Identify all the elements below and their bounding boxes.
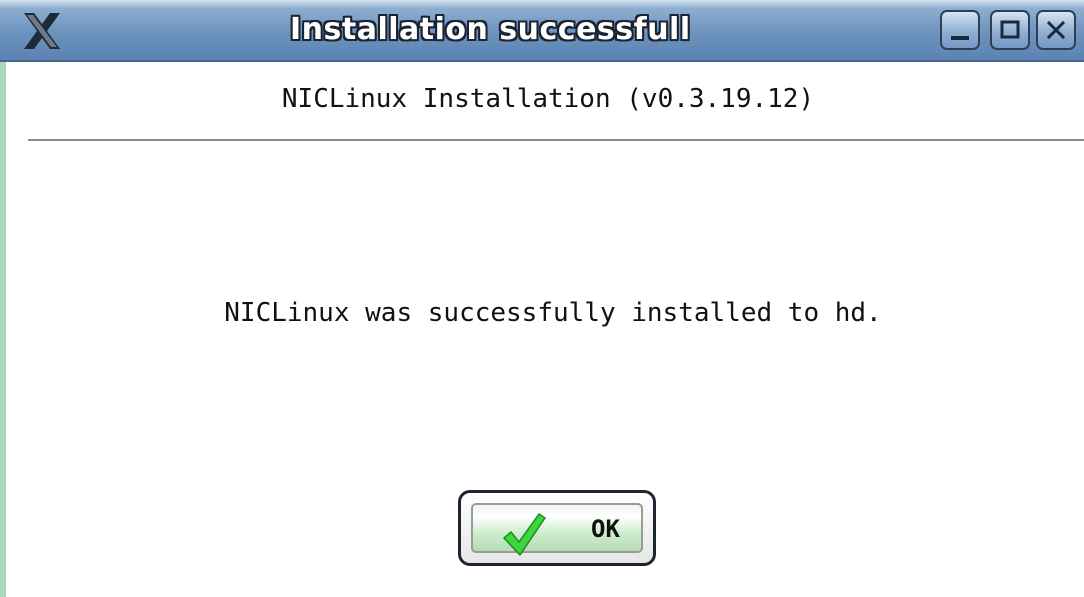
close-button[interactable] xyxy=(1036,10,1076,50)
header-divider xyxy=(28,139,1084,141)
checkmark-icon xyxy=(503,513,546,556)
minimize-icon xyxy=(951,36,969,40)
window-title: Installation successfull xyxy=(290,12,691,47)
installer-window: Installation successfull NICLinux Instal… xyxy=(0,0,1084,597)
ok-button[interactable]: OK xyxy=(458,490,656,566)
title-bar[interactable]: Installation successfull xyxy=(0,0,1084,62)
installer-version-heading: NICLinux Installation (v0.3.19.12) xyxy=(281,84,815,114)
close-icon xyxy=(1046,20,1066,40)
ok-button-face[interactable]: OK xyxy=(471,503,643,556)
maximize-icon xyxy=(1000,20,1020,39)
x-window-logo-icon[interactable] xyxy=(20,11,64,51)
success-message: NICLinux was successfully installed to h… xyxy=(224,298,882,328)
ok-button-label: OK xyxy=(591,515,620,543)
maximize-button[interactable] xyxy=(990,10,1030,50)
minimize-button[interactable] xyxy=(940,10,980,50)
